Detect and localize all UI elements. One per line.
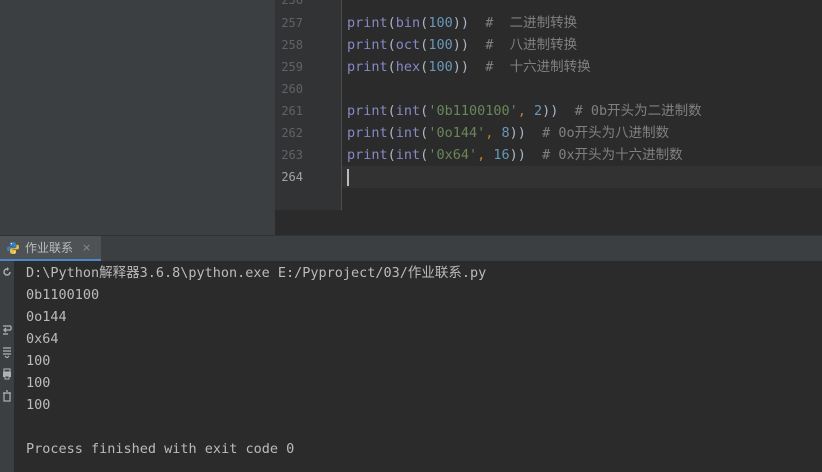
- line-number: 261: [281, 104, 303, 118]
- builtin-fn: oct: [395, 37, 421, 53]
- print-keyword: print: [347, 103, 388, 119]
- console-output-line: 0x64: [26, 331, 59, 347]
- editor-bottom-area: [275, 210, 822, 235]
- python-file-icon: [6, 241, 20, 255]
- number-literal: 2: [533, 103, 543, 119]
- number-literal: 8: [501, 125, 510, 141]
- print-keyword: print: [347, 147, 388, 163]
- console-command-line: D:\Python解释器3.6.8\python.exe E:/Pyprojec…: [26, 265, 487, 281]
- line-number: 256: [281, 0, 303, 7]
- line-number: 260: [281, 82, 303, 96]
- code-comment: # 0o开头为八进制数: [542, 125, 670, 141]
- code-line[interactable]: print(bin(100)) # 二进制转换: [347, 12, 577, 34]
- run-tool-window-header: 作业联系 ×: [0, 235, 822, 261]
- run-tab-label: 作业联系: [25, 241, 74, 255]
- soft-wrap-icon[interactable]: [0, 321, 14, 339]
- current-line-highlight: [342, 166, 822, 188]
- console-output-line: 0b1100100: [26, 287, 100, 303]
- close-icon[interactable]: ×: [82, 241, 91, 254]
- console-output-line: 100: [26, 375, 51, 391]
- console-output-line: 100: [26, 397, 51, 413]
- rerun-icon[interactable]: [0, 263, 14, 281]
- line-number: 257: [281, 16, 303, 30]
- line-number: 258: [281, 38, 303, 52]
- number-literal: 100: [428, 15, 453, 31]
- code-line[interactable]: print(int('0o144', 8)) # 0o开头为八进制数: [347, 122, 669, 144]
- int-keyword: int: [395, 103, 421, 119]
- int-keyword: int: [395, 125, 421, 141]
- ide-window: 256 257 258 259 260 261 262 263 264 prin…: [0, 0, 822, 472]
- code-comment: # 二进制转换: [485, 15, 578, 31]
- code-line[interactable]: print(int('0b1100100', 2)) # 0b开头为二进制数: [347, 100, 702, 122]
- print-keyword: print: [347, 37, 388, 53]
- code-comment: # 八进制转换: [485, 37, 578, 53]
- line-number: 263: [281, 148, 303, 162]
- print-icon[interactable]: [0, 365, 14, 383]
- project-panel: [0, 0, 275, 235]
- code-line[interactable]: print(oct(100)) # 八进制转换: [347, 34, 577, 56]
- run-tab[interactable]: 作业联系 ×: [0, 236, 102, 261]
- string-literal: '0o144': [428, 125, 486, 141]
- print-keyword: print: [347, 59, 388, 75]
- text-caret: [347, 169, 349, 186]
- line-number: 259: [281, 60, 303, 74]
- console-exit-message: Process finished with exit code 0: [26, 441, 295, 457]
- code-line[interactable]: print(hex(100)) # 十六进制转换: [347, 56, 591, 78]
- builtin-fn: hex: [395, 59, 421, 75]
- number-literal: 100: [428, 37, 453, 53]
- code-comment: # 0b开头为二进制数: [574, 103, 702, 119]
- code-comment: # 十六进制转换: [485, 59, 591, 75]
- string-literal: '0x64': [428, 147, 478, 163]
- scroll-to-end-icon[interactable]: [0, 343, 14, 361]
- builtin-fn: bin: [395, 15, 421, 31]
- clear-icon[interactable]: [0, 387, 14, 405]
- int-keyword: int: [395, 147, 421, 163]
- code-line[interactable]: print(int('0x64', 16)) # 0x开头为十六进制数: [347, 144, 683, 166]
- print-keyword: print: [347, 15, 388, 31]
- line-number: 262: [281, 126, 303, 140]
- number-literal: 100: [428, 59, 453, 75]
- console-output-line: 100: [26, 353, 51, 369]
- line-number-current: 264: [281, 170, 303, 184]
- print-keyword: print: [347, 125, 388, 141]
- console-output-line: 0o144: [26, 309, 67, 325]
- code-comment: # 0x开头为十六进制数: [542, 147, 683, 163]
- number-literal: 16: [493, 147, 510, 163]
- run-toolbar: [0, 261, 14, 472]
- string-literal: '0b1100100': [428, 103, 518, 119]
